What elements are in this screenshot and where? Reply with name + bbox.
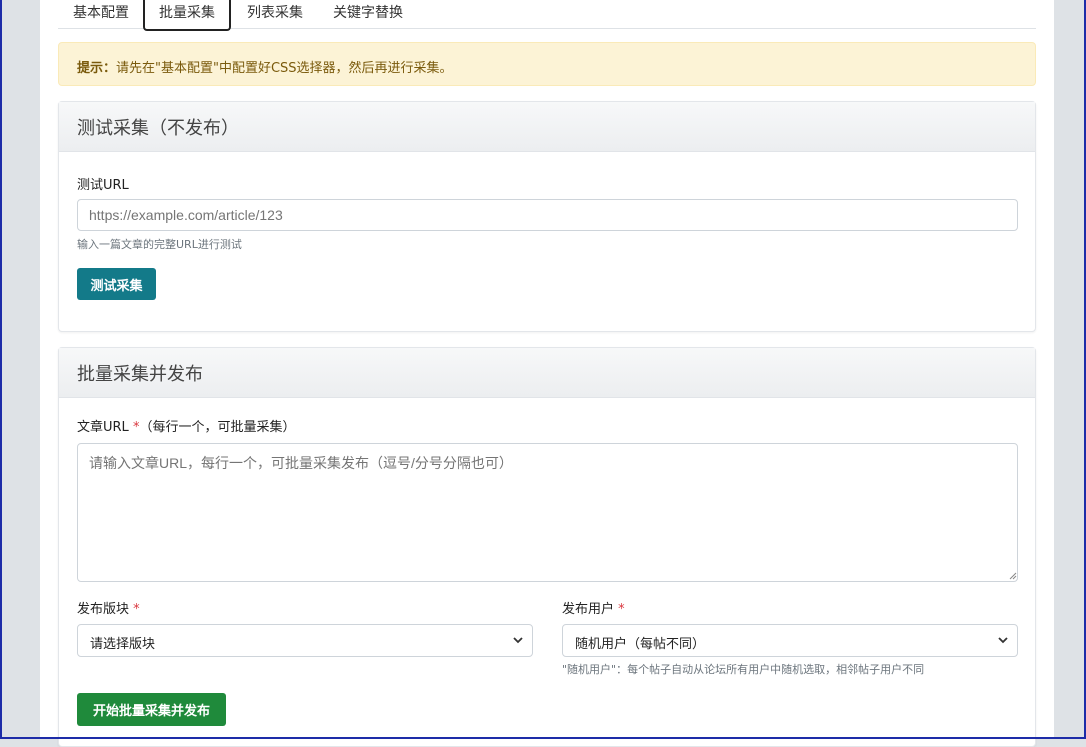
- start-batch-publish-button[interactable]: 开始批量采集并发布: [77, 693, 226, 726]
- tab-bar: 基本配置 批量采集 列表采集 关键字替换: [58, 0, 1036, 31]
- test-card-title: 测试采集（不发布）: [59, 102, 1035, 152]
- forum-select-value: 请选择版块: [90, 637, 156, 652]
- article-urls-label: 文章URL *（每行一个，可批量采集）: [77, 416, 295, 435]
- user-label-text: 发布用户: [562, 602, 615, 617]
- tab-basic-config[interactable]: 基本配置: [58, 0, 144, 29]
- test-collect-card: 测试采集（不发布） 测试URL 输入一篇文章的完整URL进行测试 测试采集: [58, 101, 1036, 332]
- test-url-label: 测试URL: [77, 178, 129, 193]
- tip-prefix: 提示：: [77, 61, 117, 76]
- main-page: 基本配置 批量采集 列表采集 关键字替换 提示：请先在"基本配置"中配置好CSS…: [40, 0, 1054, 747]
- user-help: "随机用户"：每个帖子自动从论坛所有用户中随机选取，相邻帖子用户不同: [562, 663, 925, 676]
- forum-select[interactable]: 请选择版块: [77, 624, 533, 657]
- test-collect-button[interactable]: 测试采集: [77, 268, 156, 300]
- tab-batch-collect[interactable]: 批量采集: [143, 0, 231, 31]
- user-label: 发布用户 *: [562, 598, 625, 617]
- batch-card-title: 批量采集并发布: [59, 348, 1035, 398]
- forum-label: 发布版块 *: [77, 598, 140, 617]
- batch-publish-card: 批量采集并发布 文章URL *（每行一个，可批量采集） 发布版块 * 请选择版块…: [58, 347, 1036, 747]
- user-select-value: 随机用户（每帖不同）: [575, 637, 706, 652]
- user-select[interactable]: 随机用户（每帖不同）: [562, 624, 1018, 657]
- tip-text: 请先在"基本配置"中配置好CSS选择器，然后再进行采集。: [116, 61, 453, 76]
- forum-required-mark: *: [133, 602, 140, 617]
- chevron-down-icon: [998, 637, 1008, 644]
- chevron-down-icon: [513, 637, 523, 644]
- test-url-help: 输入一篇文章的完整URL进行测试: [77, 238, 242, 251]
- forum-label-text: 发布版块: [77, 602, 130, 617]
- tab-keyword-replace[interactable]: 关键字替换: [318, 0, 418, 29]
- article-urls-hint: （每行一个，可批量采集）: [139, 420, 296, 435]
- user-required-mark: *: [618, 602, 625, 617]
- test-url-input[interactable]: [77, 199, 1018, 231]
- resize-grip-icon[interactable]: [1009, 572, 1017, 580]
- article-urls-label-text: 文章URL: [77, 420, 129, 435]
- tab-list-collect[interactable]: 列表采集: [232, 0, 318, 29]
- tip-alert: 提示：请先在"基本配置"中配置好CSS选择器，然后再进行采集。: [58, 42, 1036, 86]
- article-urls-textarea[interactable]: [77, 443, 1018, 582]
